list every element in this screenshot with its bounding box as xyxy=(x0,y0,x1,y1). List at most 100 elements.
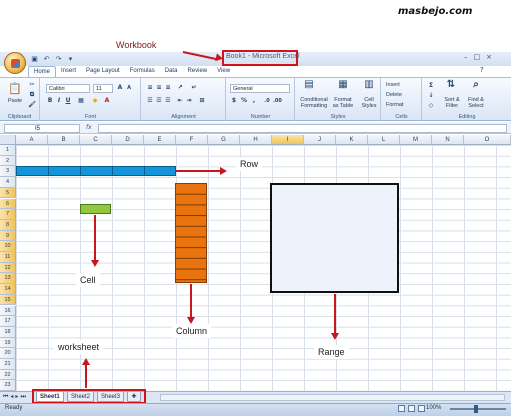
column-header-k[interactable]: K xyxy=(336,135,368,145)
comma-icon[interactable]: , xyxy=(250,97,258,105)
align-right-icon[interactable]: ☰ xyxy=(164,97,172,105)
format-as-table-icon[interactable]: ▦ xyxy=(337,80,349,93)
row-header-17[interactable]: 17 xyxy=(0,316,16,327)
column-header-b[interactable]: B xyxy=(48,135,80,145)
tab-data[interactable]: Data xyxy=(160,66,183,77)
align-middle-icon[interactable]: ≡ xyxy=(155,84,163,92)
autosum-icon[interactable]: Σ xyxy=(427,82,435,90)
cell-highlight[interactable] xyxy=(80,204,111,214)
next-sheet-icon[interactable]: ▸ xyxy=(15,393,18,401)
bold-icon[interactable]: B xyxy=(46,97,54,105)
decrease-indent-icon[interactable]: ⇤ xyxy=(176,97,184,105)
prev-sheet-icon[interactable]: ◂ xyxy=(10,393,13,401)
column-header-m[interactable]: M xyxy=(400,135,432,145)
tab-home[interactable]: Home xyxy=(28,66,57,77)
increase-decimal-icon[interactable]: .0 xyxy=(263,97,271,105)
help-icon[interactable]: ? xyxy=(480,66,484,74)
wrap-text-icon[interactable]: ↵ xyxy=(190,84,198,92)
minimize-button[interactable]: – xyxy=(464,53,468,61)
row-header-16[interactable]: 16 xyxy=(0,305,16,317)
delete-cells-button[interactable]: Delete xyxy=(386,92,402,98)
zoom-slider[interactable] xyxy=(450,408,506,410)
paste-icon[interactable]: 📋 xyxy=(8,82,22,96)
redo-icon[interactable]: ↷ xyxy=(54,55,63,64)
format-painter-icon[interactable]: 🖌 xyxy=(28,101,36,109)
format-as-table-label[interactable]: Format as Table xyxy=(331,97,355,109)
copy-icon[interactable]: ⧉ xyxy=(28,91,36,99)
row-header-18[interactable]: 18 xyxy=(0,326,16,338)
paste-label[interactable]: Paste xyxy=(8,98,22,104)
column-header-i[interactable]: I xyxy=(272,135,304,145)
column-header-e[interactable]: E xyxy=(144,135,176,145)
save-icon[interactable]: ▣ xyxy=(30,55,39,64)
row-header-4[interactable]: 4 xyxy=(0,177,16,188)
row-header-14[interactable]: 14 xyxy=(0,284,16,295)
fill-color-icon[interactable]: ◆ xyxy=(91,97,99,105)
row-header-8[interactable]: 8 xyxy=(0,219,16,231)
column-header-j[interactable]: J xyxy=(304,135,336,145)
column-header-f[interactable]: F xyxy=(176,135,208,145)
column-header-a[interactable]: A xyxy=(16,135,48,145)
insert-function-icon[interactable]: fx xyxy=(86,124,92,131)
align-top-icon[interactable]: ≡ xyxy=(146,84,154,92)
grow-font-icon[interactable]: A xyxy=(116,84,124,92)
office-button[interactable] xyxy=(4,52,26,74)
row-header-1[interactable]: 1 xyxy=(0,145,16,156)
decrease-decimal-icon[interactable]: .00 xyxy=(273,97,282,105)
insert-cells-button[interactable]: Insert xyxy=(386,82,400,88)
name-box[interactable]: I5 xyxy=(4,124,80,133)
normal-view-icon[interactable] xyxy=(398,405,405,412)
page-break-view-icon[interactable] xyxy=(418,405,425,412)
tab-insert[interactable]: Insert xyxy=(56,66,81,77)
row-header-10[interactable]: 10 xyxy=(0,241,16,252)
column-header-c[interactable]: C xyxy=(80,135,112,145)
cell-styles-icon[interactable]: ▥ xyxy=(363,80,375,93)
maximize-button[interactable]: □ xyxy=(474,53,481,61)
zoom-level[interactable]: 100% xyxy=(426,405,441,411)
underline-icon[interactable]: U xyxy=(64,97,72,105)
worksheet-grid[interactable] xyxy=(16,145,511,391)
customize-qat-icon[interactable]: ▾ xyxy=(66,55,75,64)
sort-filter-icon[interactable]: ⇅ xyxy=(445,80,457,93)
align-left-icon[interactable]: ☰ xyxy=(146,97,154,105)
orientation-icon[interactable]: ↗ xyxy=(176,84,184,92)
last-sheet-icon[interactable]: ⏭ xyxy=(20,393,25,401)
find-select-icon[interactable]: ⌕ xyxy=(470,80,482,93)
zoom-slider-thumb[interactable] xyxy=(474,405,478,413)
font-color-icon[interactable]: A xyxy=(103,97,111,105)
borders-icon[interactable]: ▦ xyxy=(77,97,85,105)
range-highlight[interactable] xyxy=(270,183,399,293)
row-header-21[interactable]: 21 xyxy=(0,359,16,370)
conditional-formatting-icon[interactable]: ▤ xyxy=(303,80,315,93)
merge-center-icon[interactable]: ⊞ xyxy=(198,97,206,105)
column-highlight[interactable] xyxy=(175,183,207,283)
tab-review[interactable]: Review xyxy=(182,66,212,77)
row-header-23[interactable]: 23 xyxy=(0,380,16,392)
percent-icon[interactable]: % xyxy=(240,97,248,105)
row-header-13[interactable]: 13 xyxy=(0,273,16,285)
tab-page-layout[interactable]: Page Layout xyxy=(81,66,125,77)
shrink-font-icon[interactable]: A xyxy=(125,84,133,92)
row-header-11[interactable]: 11 xyxy=(0,252,16,263)
column-header-l[interactable]: L xyxy=(368,135,400,145)
formula-input[interactable] xyxy=(98,124,507,133)
increase-indent-icon[interactable]: ⇥ xyxy=(185,97,193,105)
row-header-5[interactable]: 5 xyxy=(0,187,16,199)
cut-icon[interactable]: ✂ xyxy=(28,81,36,89)
column-header-h[interactable]: H xyxy=(240,135,272,145)
horizontal-scrollbar[interactable] xyxy=(160,394,505,401)
find-select-label[interactable]: Find & Select xyxy=(465,97,487,109)
row-header-12[interactable]: 12 xyxy=(0,262,16,274)
sort-filter-label[interactable]: Sort & Filter xyxy=(441,97,463,109)
fill-icon[interactable]: ↓ xyxy=(427,92,435,100)
first-sheet-icon[interactable]: ⏮ xyxy=(3,393,8,401)
conditional-formatting-label[interactable]: Conditional Formatting xyxy=(298,97,330,109)
row-header-2[interactable]: 2 xyxy=(0,155,16,167)
italic-icon[interactable]: I xyxy=(55,97,63,105)
align-center-icon[interactable]: ☰ xyxy=(155,97,163,105)
number-format-select[interactable]: General xyxy=(230,84,290,93)
row-header-20[interactable]: 20 xyxy=(0,348,16,359)
row-header-9[interactable]: 9 xyxy=(0,230,16,242)
row-header-15[interactable]: 15 xyxy=(0,294,16,306)
clear-icon[interactable]: ◇ xyxy=(427,102,435,110)
